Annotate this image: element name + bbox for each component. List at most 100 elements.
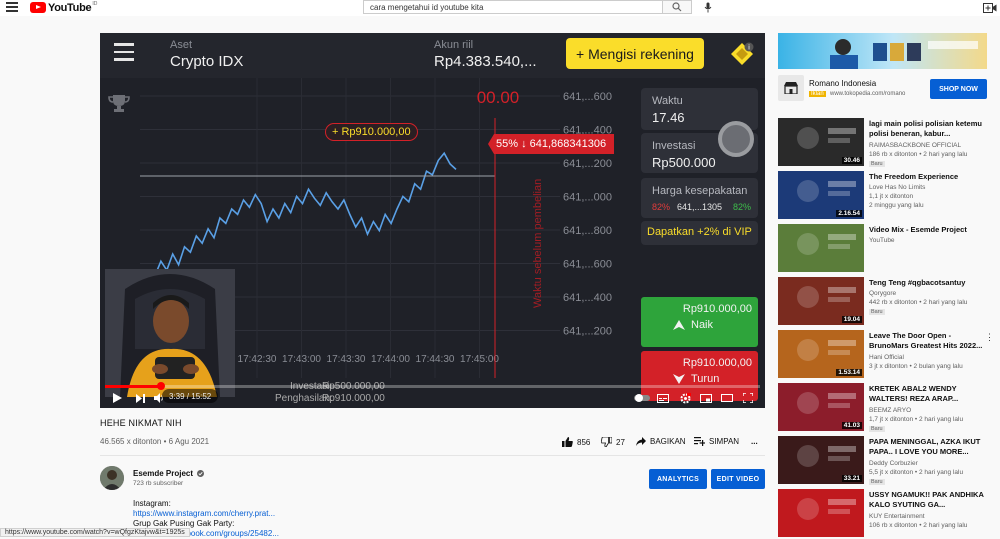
recommended-video[interactable]: 2.16.54 The Freedom Experience Love Has No… [778,171,994,221]
search-input[interactable]: cara mengetahui id youtube kita [363,0,663,14]
fullscreen-button[interactable] [741,391,755,405]
video-plus-icon [983,3,997,13]
guide-menu-button[interactable] [6,2,18,12]
ad-badge: Iklan [809,91,826,97]
scrubber-handle[interactable] [157,382,165,390]
analytics-button[interactable]: ANALYTICS [649,469,707,489]
x-tick-label: 17:44:30 [416,354,455,365]
like-button[interactable]: 856 [562,437,590,447]
video-thumbnail[interactable] [778,224,864,272]
video-thumbnail[interactable]: 1.53.14 [778,330,864,378]
channel-name[interactable]: YouTube [869,237,895,244]
recommended-video[interactable]: Video Mix - Esemde Project YouTube [778,224,994,274]
video-meta: 46.565 x ditonton • 6 Agu 2021 [100,437,210,446]
video-thumbnail[interactable]: 33.21 [778,436,864,484]
vip-text: Dapatkan +2% di VIP [647,226,752,238]
video-thumbnail[interactable]: 41.03 [778,383,864,431]
next-icon [135,393,145,403]
channel-name[interactable]: Esemde Project [133,469,205,478]
agreement-label: Harga kesepakatan [652,185,748,197]
recommended-video[interactable]: USSY NGAMUK!! PAK ANDHIKA KALO SYUTING G… [778,489,994,539]
video-thumbnail[interactable]: 19.04 [778,277,864,325]
recommended-video[interactable]: 19.04 Teng Teng #qgbacotsantuy Qorygore 442… [778,277,994,327]
video-title[interactable]: PAPA MENINGGAL, AZKA IKUT PAPA.. I LOVE … [869,437,989,457]
recommended-video[interactable]: 41.03 KRETEK ABAL2 WENDY WALTERS! REZA AR… [778,383,994,433]
recommended-video[interactable]: 1.53.14 Leave The Door Open - BrunoMars G… [778,330,994,380]
video-title[interactable]: lagi main polisi polisian ketemu polisi … [869,119,989,139]
y-tick-label: 641,...400 [563,292,612,304]
agreement-left-pct: 82% [652,202,671,212]
channel-name[interactable]: Deddy Corbuzier [869,460,918,467]
video-title[interactable]: The Freedom Experience [869,172,989,182]
video-title[interactable]: USSY NGAMUK!! PAK ANDHIKA KALO SYUTING G… [869,490,989,510]
settings-button[interactable] [678,391,692,405]
description-link[interactable]: https://www.instagram.com/cherry.prat... [133,509,275,518]
y-tick-label: 641,...200 [563,326,612,338]
progress-bar[interactable] [105,385,760,388]
subtitles-button[interactable] [656,391,670,405]
channel-name[interactable]: Hani Official [869,354,904,361]
divider [100,455,765,456]
channel-name[interactable]: Love Has No Limits [869,184,925,191]
vertical-purchase-label: Waktu sebelum pembelian [532,179,544,308]
progress-fill [105,385,161,388]
video-duration: 30.46 [841,157,862,164]
theater-mode-button[interactable] [720,391,734,405]
video-title[interactable]: KRETEK ABAL2 WENDY WALTERS! REZA ARAP... [869,384,989,404]
recommended-video[interactable]: 33.21 PAPA MENINGGAL, AZKA IKUT PAPA.. I … [778,436,994,486]
autoplay-toggle[interactable] [633,391,651,405]
recommended-video[interactable]: 30.46 lagi main polisi polisian ketemu po… [778,118,994,168]
channel-name[interactable]: KUY Entertainment [869,513,925,520]
video-thumbnail[interactable] [778,489,864,537]
more-actions-button[interactable]: ... [751,437,758,446]
channel-name[interactable]: Qorygore [869,290,896,297]
video-duration: 19.04 [841,316,862,323]
y-tick-label: 641,...600 [563,91,612,103]
play-button[interactable] [110,391,124,405]
arrow-down-icon [673,374,685,384]
up-amount: Rp910.000,00 [682,303,752,315]
video-thumbnail[interactable]: 2.16.54 [778,171,864,219]
channel-avatar[interactable] [100,466,124,490]
asset-label: Aset [170,39,193,51]
description-line: Grup Gak Pusing Gak Party: [133,519,235,528]
channel-name[interactable]: RAIMASBACKBONE OFFICIAL [869,142,961,149]
channel-name[interactable]: BEEMZ ARYO [869,407,911,414]
payout-row-value: Rp910.000,00 [322,393,385,404]
invest-value: Rp500.000 [652,155,716,170]
diamond-icon: i [730,42,754,66]
new-badge: Baru [869,426,885,432]
video-title[interactable]: Video Mix - Esemde Project [869,225,989,235]
upload-date: 2 minggu yang lalu [869,202,924,209]
y-tick-label: 641,...000 [563,192,612,204]
shop-now-button[interactable]: SHOP NOW [930,79,987,99]
more-options-icon[interactable]: ⋮ [985,332,994,343]
new-badge: Baru [869,161,885,167]
video-player[interactable]: Aset Crypto IDX Akun riil Rp4.383.540,..… [100,33,765,408]
video-title[interactable]: Leave The Door Open - BrunoMars Greatest… [869,331,989,351]
y-tick-label: 641,...800 [563,225,612,237]
ad-banner-image[interactable] [778,33,987,69]
next-button[interactable] [133,391,147,405]
time-display: 3:39 / 15:52 [162,389,219,403]
search-button[interactable] [662,0,692,14]
video-duration: 1.53.14 [836,369,862,376]
account-label: Akun riil [434,39,474,51]
voice-search-button[interactable] [702,0,714,14]
edit-video-button[interactable]: EDIT VIDEO [711,469,765,489]
save-button[interactable]: SIMPAN [694,437,739,446]
video-title[interactable]: Teng Teng #qgbacotsantuy [869,278,989,288]
create-video-button[interactable] [983,1,997,13]
play-icon [112,393,122,403]
dislike-button[interactable]: 27 [601,437,625,447]
miniplayer-button[interactable] [699,391,713,405]
app-menu-icon [114,43,134,61]
y-tick-label: 641,...200 [563,158,612,170]
logo-country: ID [92,1,98,7]
advertiser-logo[interactable] [778,75,804,101]
youtube-logo[interactable]: YouTube ID [30,1,97,14]
ad-title[interactable]: Romano Indonesia [809,79,876,88]
share-button[interactable]: BAGIKAN [636,437,686,446]
account-value: Rp4.383.540,... [434,53,537,70]
video-thumbnail[interactable]: 30.46 [778,118,864,166]
